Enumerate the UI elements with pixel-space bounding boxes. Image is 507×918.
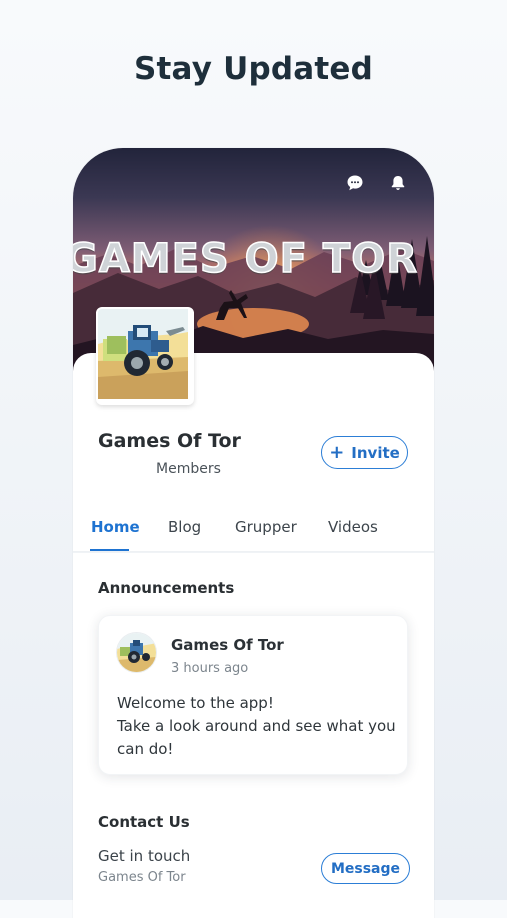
post-body-text: Welcome to the app! Take a look around a… [117, 694, 396, 758]
post-author-name[interactable]: Games Of Tor [171, 636, 284, 654]
active-tab-indicator [90, 549, 129, 551]
invite-button[interactable]: + Invite [321, 436, 408, 469]
group-avatar[interactable] [96, 307, 194, 405]
post-timestamp: 3 hours ago [171, 661, 249, 676]
invite-button-label: Invite [351, 443, 400, 462]
feed-divider [73, 552, 434, 553]
announcement-post-card[interactable]: Games Of Tor 3 hours ago Welcome to the … [98, 615, 408, 775]
plus-icon: + [329, 441, 345, 463]
tractor-avatar-image [98, 309, 188, 399]
group-tabs: Home Blog Grupper Videos [73, 513, 434, 552]
members-count-label[interactable]: Members [156, 461, 221, 477]
chat-bubble-icon[interactable] [346, 174, 364, 192]
tractor-avatar-image [117, 633, 156, 672]
tab-blog[interactable]: Blog [168, 518, 201, 536]
contact-us-heading: Contact Us [98, 813, 190, 831]
post-author-avatar [117, 633, 156, 672]
bell-icon[interactable] [389, 174, 407, 192]
contact-group-name: Games Of Tor [98, 870, 186, 885]
contact-get-in-touch-label: Get in touch [98, 847, 191, 865]
cover-title-text: GAMES OF TOR [73, 235, 418, 283]
announcements-heading: Announcements [98, 579, 235, 597]
tab-videos[interactable]: Videos [328, 518, 378, 536]
stay-updated-headline: Stay Updated [133, 51, 374, 87]
group-name: Games Of Tor [98, 430, 241, 452]
message-button[interactable]: Message [321, 853, 410, 884]
tab-home[interactable]: Home [91, 518, 140, 536]
tab-grupper[interactable]: Grupper [235, 518, 297, 536]
phone-mockup: GAMES OF TOR Games Of Tor Members + Invi… [73, 148, 434, 918]
